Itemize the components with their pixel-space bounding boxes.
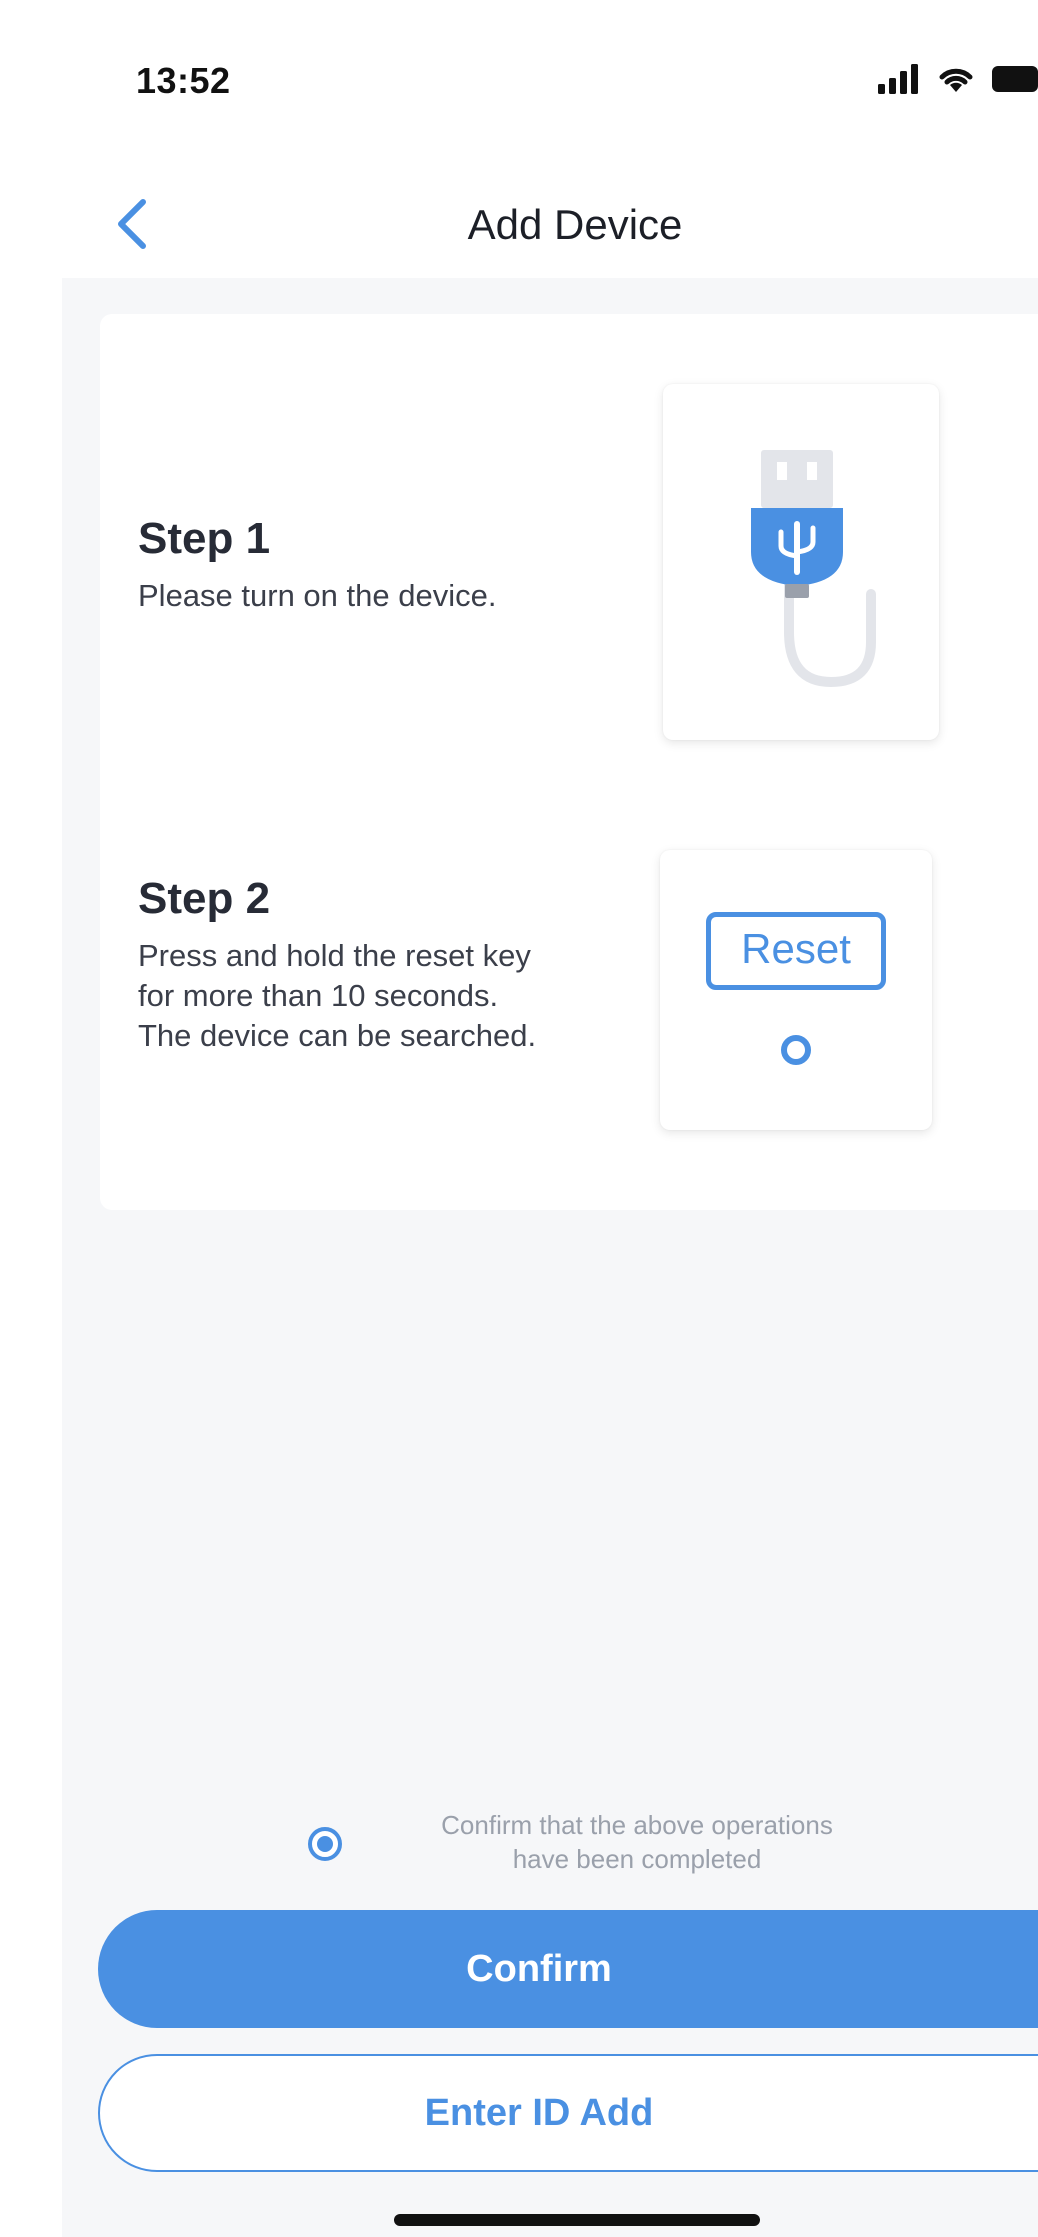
status-time: 13:52 xyxy=(136,60,231,101)
radio-checked-icon[interactable] xyxy=(307,1826,343,1862)
step-2-illustration: Reset xyxy=(660,850,932,1130)
step-title: Step 2 xyxy=(138,874,271,923)
step-description: Please turn on the device. xyxy=(138,578,497,613)
step-1: Step 1 Please turn on the device. xyxy=(138,514,558,616)
battery-icon xyxy=(992,66,1038,92)
signal-icon xyxy=(878,64,918,94)
status-icons xyxy=(878,64,1038,94)
confirm-text-line2: have been completed xyxy=(512,1844,762,1874)
home-indicator xyxy=(394,2214,760,2226)
step-description: Press and hold the reset key for more th… xyxy=(138,938,537,1053)
step-1-illustration xyxy=(663,384,939,740)
step-2: Step 2 Press and hold the reset key for … xyxy=(138,874,558,1056)
enter-id-add-button[interactable]: Enter ID Add xyxy=(98,2054,1038,2172)
reset-button-icon: Reset xyxy=(706,912,886,1068)
page-title: Add Device xyxy=(467,201,683,248)
reset-label: Reset xyxy=(706,912,886,990)
nav-bar: Add Device xyxy=(0,170,1038,280)
steps-card: Step 1 Please turn on the device. Step 2… xyxy=(100,314,1038,1210)
add-device-screen: 13:52 Add Device Step 1 Please turn on t… xyxy=(0,0,1038,2237)
confirm-text: Confirm that the above operations have b… xyxy=(372,1808,902,1876)
confirm-text-line1: Confirm that the above operations xyxy=(441,1810,833,1840)
reset-hole-icon xyxy=(781,1035,811,1065)
status-bar: 13:52 xyxy=(0,0,1038,170)
confirm-row: Confirm that the above operations have b… xyxy=(62,1806,1038,1886)
step-title: Step 1 xyxy=(138,514,271,563)
confirm-button[interactable]: Confirm xyxy=(98,1910,1038,2028)
usb-plug-icon xyxy=(751,450,876,688)
wifi-icon xyxy=(939,68,973,92)
